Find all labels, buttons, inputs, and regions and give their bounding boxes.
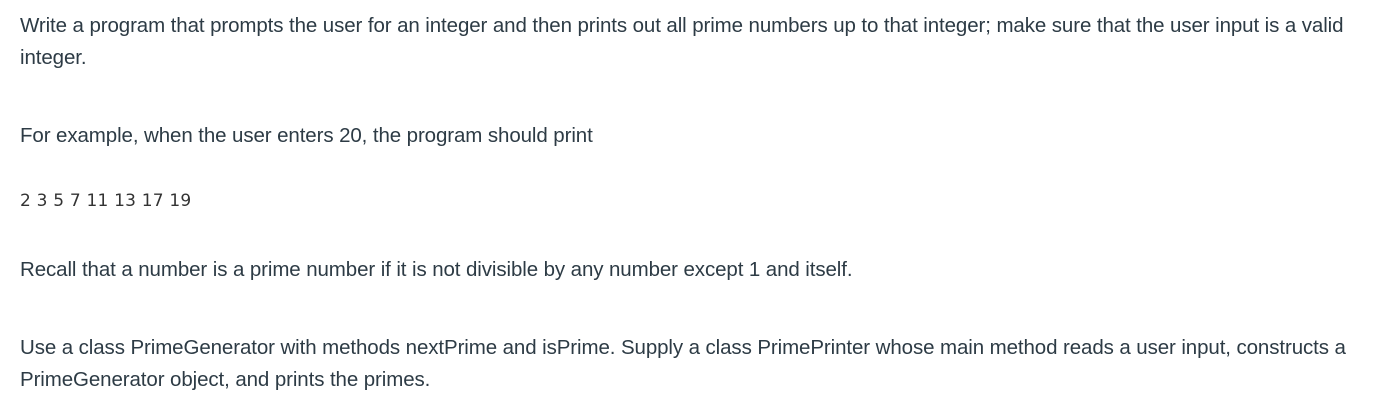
recall-paragraph: Recall that a number is a prime number i… [20, 258, 853, 281]
example-output: 2 3 5 7 11 13 17 19 [20, 191, 192, 211]
question-body: Write a program that prompts the user fo… [20, 10, 1390, 396]
intro-paragraph: Write a program that prompts the user fo… [20, 14, 1344, 69]
example-lead-paragraph: For example, when the user enters 20, th… [20, 124, 593, 147]
task-paragraph: Use a class PrimeGenerator with methods … [20, 336, 1346, 391]
